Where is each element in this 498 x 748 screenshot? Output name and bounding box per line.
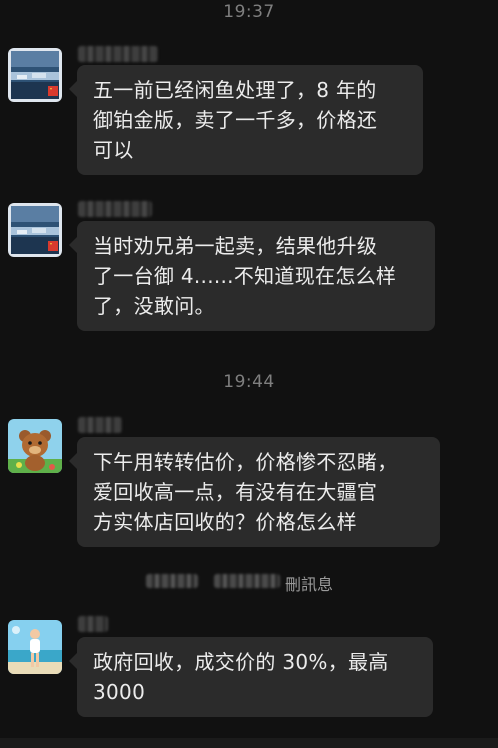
avatar[interactable] [8, 620, 62, 674]
timestamp: 19:44 [223, 372, 275, 392]
message-line: 御铂金版，卖了一千多，价格还 [93, 108, 378, 132]
message-line: 了一台御 4......不知道现在怎么样 [93, 264, 397, 288]
avatar[interactable] [8, 419, 62, 473]
avatar[interactable] [8, 203, 62, 257]
sky-avatar-icon [8, 48, 62, 102]
chat-screen: 19:37 五一前已经闲鱼处理了，8 年的 御铂金版，卖了一千多，价格还 可以 [0, 0, 498, 748]
message-line: 当时劝兄弟一起卖，结果他升级 [93, 234, 378, 258]
message-bubble[interactable]: 下午用转转估价，价格惨不忍睹， 爱回收高一点，有没有在大疆官 方实体店回收的？价… [69, 437, 440, 547]
message-bubble[interactable]: 政府回收，成交价的 30%，最高 3000 [69, 637, 433, 717]
blurred-nickname [78, 201, 152, 217]
message-line: 3000 [93, 680, 146, 704]
beach-avatar-icon [8, 620, 62, 674]
bear-avatar-icon [8, 419, 62, 473]
blurred-nickname [78, 616, 108, 632]
input-bar-edge [0, 738, 498, 748]
message-line: 政府回收，成交价的 30%，最高 [93, 650, 389, 674]
message-line: 了，没敢问。 [93, 294, 215, 318]
blurred-name [214, 574, 280, 588]
message-bubble[interactable]: 当时劝兄弟一起卖，结果他升级 了一台御 4......不知道现在怎么样 了，没敢… [69, 221, 435, 331]
blurred-nickname [78, 417, 122, 433]
system-notice-text: 刪訊息 [285, 575, 334, 594]
message-line: 五一前已经闲鱼处理了，8 年的 [93, 78, 377, 102]
message-line: 下午用转转估价，价格惨不忍睹， [93, 450, 398, 474]
message-line: 方实体店回收的？价格怎么样 [93, 510, 357, 534]
avatar[interactable] [8, 48, 62, 102]
sky-avatar-icon [8, 203, 62, 257]
timestamp: 19:37 [223, 2, 275, 22]
message-line: 爱回收高一点，有没有在大疆官 [93, 480, 378, 504]
blurred-nickname [78, 46, 158, 62]
blurred-name [146, 574, 198, 588]
message-line: 可以 [93, 138, 134, 162]
message-bubble[interactable]: 五一前已经闲鱼处理了，8 年的 御铂金版，卖了一千多，价格还 可以 [69, 65, 423, 175]
system-notice: 刪訊息 [140, 570, 360, 594]
